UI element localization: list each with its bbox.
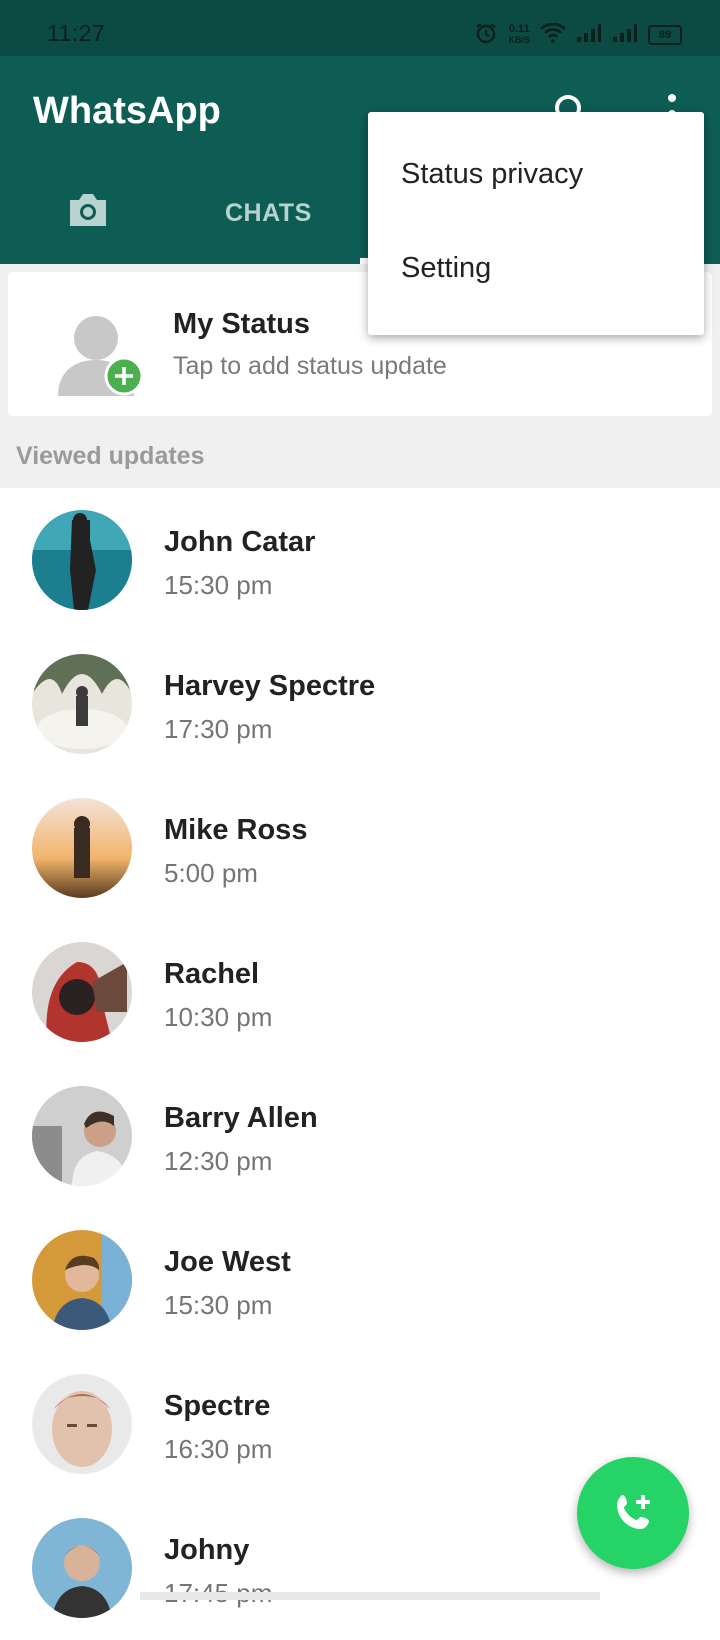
status-row-barry-allen[interactable]: Barry Allen 12:30 pm xyxy=(0,1064,720,1208)
tab-chats[interactable]: CHATS xyxy=(225,199,312,228)
status-name: Harvey Spectre xyxy=(164,670,376,702)
avatar xyxy=(32,654,132,754)
status-time: 15:30 pm xyxy=(164,570,273,600)
avatar xyxy=(32,798,132,898)
status-row-rachel[interactable]: Rachel 10:30 pm xyxy=(0,920,720,1064)
avatar xyxy=(32,942,132,1042)
status-time: 16:30 pm xyxy=(164,1434,273,1464)
status-row-john-catar[interactable]: John Catar 15:30 pm xyxy=(0,488,720,632)
signal-icon-2 xyxy=(612,23,638,48)
status-icons: 0.11 KB/S 89 xyxy=(474,22,682,48)
status-name: Mike Ross xyxy=(164,814,308,846)
menu-item-status-privacy[interactable]: Status privacy xyxy=(401,158,583,191)
my-avatar xyxy=(56,312,148,396)
avatar xyxy=(32,510,132,610)
new-call-fab[interactable] xyxy=(577,1457,689,1569)
avatar xyxy=(32,1230,132,1330)
status-name: Johny xyxy=(164,1534,250,1566)
status-row-harvey-spectre[interactable]: Harvey Spectre 17:30 pm xyxy=(0,632,720,776)
status-time: 10:30 pm xyxy=(164,1002,273,1032)
avatar xyxy=(32,1374,132,1474)
status-row-joe-west[interactable]: Joe West 15:30 pm xyxy=(0,1208,720,1352)
app-title: WhatsApp xyxy=(33,90,221,132)
status-time: 15:30 pm xyxy=(164,1290,273,1320)
status-name: Spectre xyxy=(164,1390,271,1422)
my-status-title: My Status xyxy=(173,308,310,340)
network-speed: 0.11 KB/S xyxy=(508,23,530,46)
status-name: John Catar xyxy=(164,526,316,558)
status-name: Barry Allen xyxy=(164,1102,318,1134)
avatar xyxy=(32,1518,132,1618)
menu-item-setting[interactable]: Setting xyxy=(401,252,491,285)
bottom-edge xyxy=(140,1592,600,1600)
camera-tab-icon[interactable] xyxy=(66,190,110,230)
status-time: 17:30 pm xyxy=(164,714,273,744)
signal-icon-1 xyxy=(576,23,602,48)
status-bar: 11:27 0.11 KB/S 89 xyxy=(0,0,720,56)
viewed-updates-header: Viewed updates xyxy=(16,442,205,470)
status-name: Joe West xyxy=(164,1246,291,1278)
battery-icon: 89 xyxy=(648,25,682,45)
alarm-icon xyxy=(474,21,498,50)
status-time: 11:27 xyxy=(47,20,106,46)
status-name: Rachel xyxy=(164,958,260,990)
overflow-menu: Status privacy Setting xyxy=(368,112,704,335)
status-time: 5:00 pm xyxy=(164,858,258,888)
status-time: 12:30 pm xyxy=(164,1146,273,1176)
avatar xyxy=(32,1086,132,1186)
add-call-icon xyxy=(617,1495,650,1529)
wifi-icon xyxy=(540,22,566,48)
status-row-mike-ross[interactable]: Mike Ross 5:00 pm xyxy=(0,776,720,920)
my-status-subtitle: Tap to add status update xyxy=(173,352,447,380)
